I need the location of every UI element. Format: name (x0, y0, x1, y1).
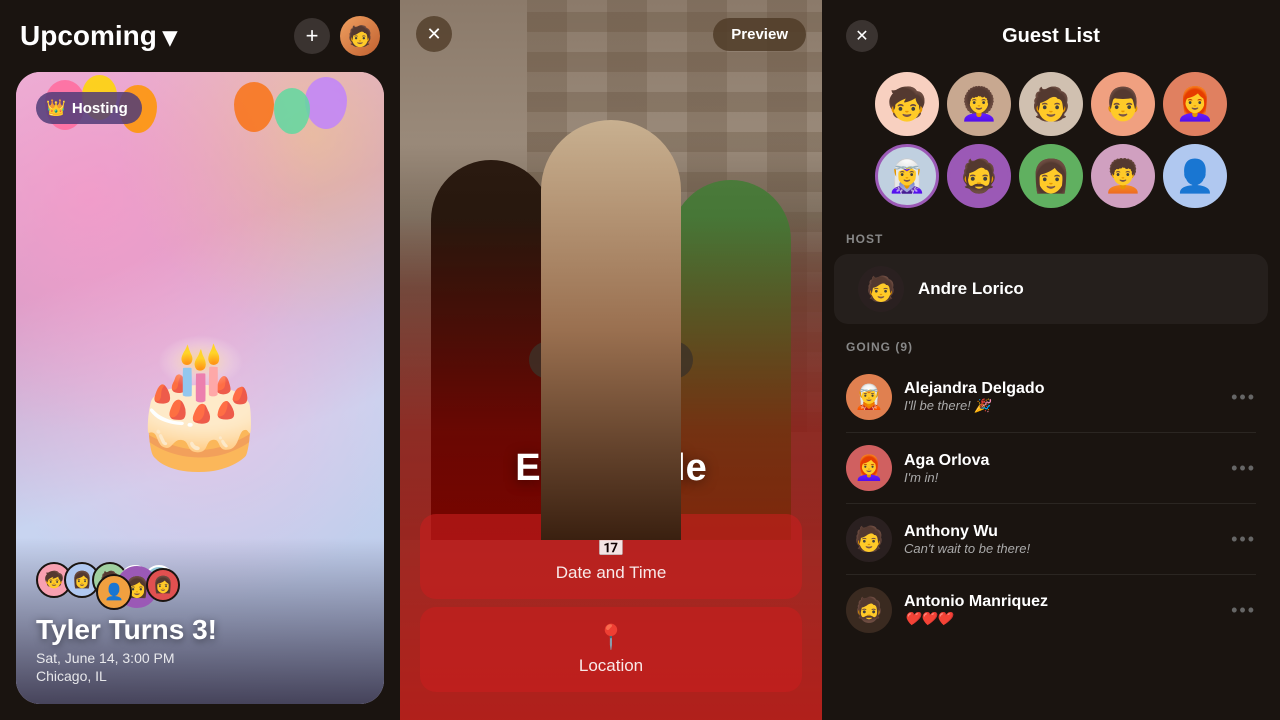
close-button[interactable]: ✕ (416, 16, 452, 52)
list-item[interactable]: 🧝 Alejandra Delgado I'll be there! 🎉 ••• (834, 362, 1268, 432)
guest-list-title: Guest List (1002, 25, 1100, 48)
guest-status: I'm in! (904, 470, 1219, 485)
guest-list-header: ✕ Guest List (822, 0, 1280, 72)
event-card[interactable]: 🎂 👑 Hosting 🧒 👩 🧑 RW JL 👩 👤 👩 Tyler Turn… (16, 72, 384, 704)
guest-name: Alejandra Delgado (904, 380, 1219, 398)
upcoming-title: Upcoming (20, 20, 157, 52)
event-card-date: Sat, June 14, 3:00 PM (36, 650, 364, 666)
middle-header: ✕ Preview (416, 16, 806, 52)
guest-avatar-antonio: 🧔 (846, 587, 892, 633)
event-card-bottom: 🧒 👩 🧑 RW JL 👩 👤 👩 Tyler Turns 3! Sat, Ju… (16, 538, 384, 704)
guest-list-close[interactable]: ✕ (846, 20, 878, 52)
location-label: Location (579, 656, 643, 676)
more-options-icon[interactable]: ••• (1231, 458, 1256, 479)
header-actions: + 🧑 (294, 16, 380, 56)
guest-avatars-row: 🧒 👩 🧑 RW JL 👩 👤 👩 (36, 558, 364, 602)
list-item[interactable]: 👩‍🦰 Aga Orlova I'm in! ••• (834, 433, 1268, 503)
middle-panel: ✕ Preview Edit Background Event Title 📅 … (400, 0, 822, 720)
grid-avatar-8[interactable]: 👩 (1019, 144, 1083, 208)
guest-avatar-5: 👩 (146, 568, 180, 602)
guest-name: Antonio Manriquez (904, 593, 1219, 611)
grid-avatar-5[interactable]: 👩‍🦰 (1163, 72, 1227, 136)
more-options-icon[interactable]: ••• (1231, 529, 1256, 550)
host-section-label: HOST (822, 224, 1280, 254)
right-panel: ✕ Guest List 🧒 👩‍🦱 🧑 👨 👩‍🦰 🧝‍♀️ 🧔 👩 🧑‍🦱 … (822, 0, 1280, 720)
guest-info-anthony: Anthony Wu Can't wait to be there! (904, 523, 1219, 556)
user-avatar[interactable]: 🧑 (340, 16, 380, 56)
guest-name: Aga Orlova (904, 452, 1219, 470)
cake-image: 🎂 (80, 304, 320, 504)
list-item[interactable]: 🧔 Antonio Manriquez ❤️❤️❤️ ••• (834, 575, 1268, 645)
guest-info-alejandra: Alejandra Delgado I'll be there! 🎉 (904, 380, 1219, 414)
preview-button[interactable]: Preview (713, 18, 806, 51)
grid-avatar-10[interactable]: 👤 (1163, 144, 1227, 208)
hosting-label: Hosting (72, 100, 128, 117)
location-icon: 📍 (596, 623, 626, 652)
hosting-badge: 👑 Hosting (36, 92, 142, 124)
guest-info-aga: Aga Orlova I'm in! (904, 452, 1219, 485)
guest-list: 🧝 Alejandra Delgado I'll be there! 🎉 •••… (822, 362, 1280, 720)
grid-avatar-1[interactable]: 🧒 (875, 72, 939, 136)
location-field[interactable]: 📍 Location (420, 607, 802, 692)
event-fields: 📅 Date and Time 📍 Location (420, 514, 802, 700)
guest-avatar-alejandra: 🧝 (846, 374, 892, 420)
guest-avatar-4: 👤 (96, 574, 132, 610)
guest-status: ❤️❤️❤️ (904, 611, 1219, 627)
crown-icon: 👑 (46, 98, 66, 118)
left-panel: Upcoming ▾ + 🧑 🎂 👑 Hosting (0, 0, 400, 720)
event-card-title: Tyler Turns 3! (36, 614, 364, 646)
guest-avatars-grid: 🧒 👩‍🦱 🧑 👨 👩‍🦰 🧝‍♀️ 🧔 👩 🧑‍🦱 👤 (822, 72, 1280, 224)
left-header-title[interactable]: Upcoming ▾ (20, 20, 177, 53)
guest-status: Can't wait to be there! (904, 541, 1219, 556)
host-row: 🧑 Andre Lorico (834, 254, 1268, 324)
guest-name: Anthony Wu (904, 523, 1219, 541)
datetime-label: Date and Time (556, 563, 667, 583)
guest-avatar-aga: 👩‍🦰 (846, 445, 892, 491)
more-options-icon[interactable]: ••• (1231, 600, 1256, 621)
left-header: Upcoming ▾ + 🧑 (0, 0, 400, 72)
guest-info-antonio: Antonio Manriquez ❤️❤️❤️ (904, 593, 1219, 627)
grid-avatar-3[interactable]: 🧑 (1019, 72, 1083, 136)
going-section-label: GOING (9) (822, 332, 1280, 362)
more-options-icon[interactable]: ••• (1231, 387, 1256, 408)
event-card-location: Chicago, IL (36, 668, 364, 684)
grid-avatar-6[interactable]: 🧝‍♀️ (875, 144, 939, 208)
grid-avatar-2[interactable]: 👩‍🦱 (947, 72, 1011, 136)
guest-status: I'll be there! 🎉 (904, 398, 1219, 414)
person-silhouette-2 (541, 120, 681, 540)
host-name: Andre Lorico (918, 279, 1024, 299)
grid-avatar-9[interactable]: 🧑‍🦱 (1091, 144, 1155, 208)
add-event-button[interactable]: + (294, 18, 330, 54)
grid-avatar-4[interactable]: 👨 (1091, 72, 1155, 136)
list-item[interactable]: 🧑 Anthony Wu Can't wait to be there! ••• (834, 504, 1268, 574)
host-avatar: 🧑 (858, 266, 904, 312)
chevron-down-icon[interactable]: ▾ (163, 20, 177, 53)
guest-avatar-anthony: 🧑 (846, 516, 892, 562)
grid-avatar-7[interactable]: 🧔 (947, 144, 1011, 208)
